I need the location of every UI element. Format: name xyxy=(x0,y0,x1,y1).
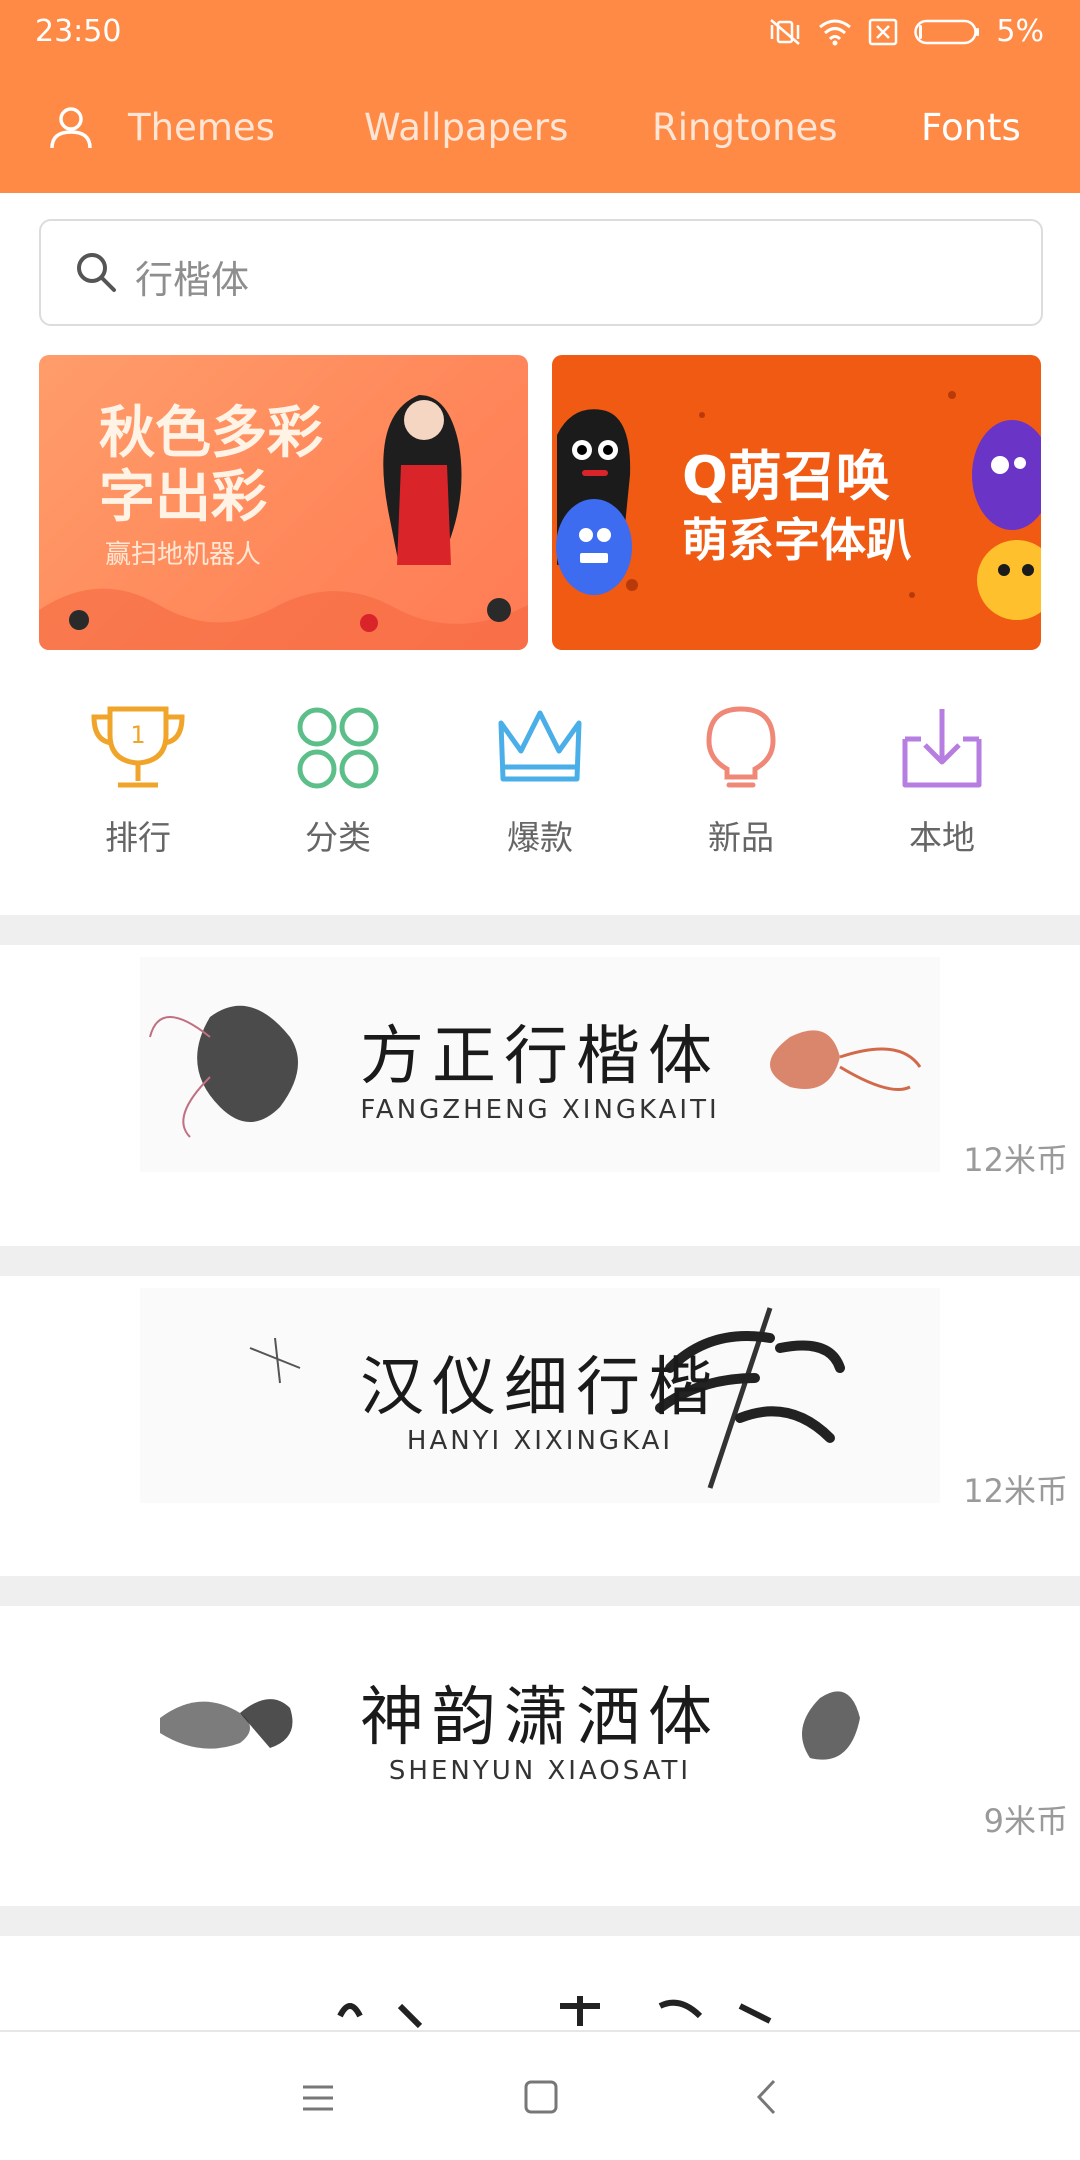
section-divider xyxy=(0,915,1080,945)
category-label: 新品 xyxy=(708,818,774,857)
section-divider xyxy=(0,1906,1080,1936)
sim-off-icon xyxy=(869,18,898,45)
banner-right-line2: 萌系字体趴 xyxy=(682,513,912,567)
category-ranking[interactable]: 1 排行 xyxy=(68,705,208,859)
font-name: 汉仪细行楷 xyxy=(360,1351,720,1425)
banner-right-line1: Q萌召唤 xyxy=(682,445,890,508)
banner-left-line2: 字出彩 xyxy=(99,465,267,530)
top-tabs: Themes Wallpapers Ringtones Fonts xyxy=(0,100,1080,170)
vibrate-mute-icon xyxy=(770,18,801,45)
promo-banner-cute-fonts[interactable]: Q萌召唤 萌系字体趴 xyxy=(552,355,1041,650)
menu-icon[interactable] xyxy=(301,2084,335,2112)
grid-circles-icon xyxy=(297,707,379,789)
search-icon xyxy=(77,253,116,292)
category-hot[interactable]: 爆款 xyxy=(470,705,610,859)
font-item-fangzheng[interactable]: 方正行楷体 FANGZHENG XINGKAITI 12米币 xyxy=(0,945,1080,1185)
tab-themes[interactable]: Themes xyxy=(128,106,275,149)
section-divider xyxy=(0,1246,1080,1276)
category-label: 分类 xyxy=(305,818,371,857)
battery-icon xyxy=(914,19,980,44)
font-item-shenyun[interactable]: 神韵潇洒体 SHENYUN XIAOSATI 9米币 xyxy=(0,1606,1080,1846)
font-item-partial[interactable] xyxy=(0,1936,1080,2030)
font-name-en: HANYI XIXINGKAI xyxy=(406,1426,674,1456)
category-new[interactable]: 新品 xyxy=(671,705,811,859)
section-divider xyxy=(0,1576,1080,1606)
wifi-icon xyxy=(819,19,852,45)
category-label: 爆款 xyxy=(507,818,573,857)
tab-wallpapers[interactable]: Wallpapers xyxy=(364,106,568,149)
promo-banner-autumn[interactable]: 秋色多彩 字出彩 赢扫地机器人 xyxy=(39,355,528,650)
font-name-en: SHENYUN XIAOSATI xyxy=(388,1756,692,1786)
svg-text:1: 1 xyxy=(130,721,145,749)
home-icon[interactable] xyxy=(524,2080,558,2114)
battery-percent: 5% xyxy=(996,14,1044,49)
crown-icon xyxy=(498,710,582,782)
system-nav-bar xyxy=(0,2030,1080,2160)
font-name-en: FANGZHENG XINGKAITI xyxy=(360,1095,720,1125)
download-icon xyxy=(902,709,982,788)
font-preview-partial xyxy=(337,1996,772,2029)
trophy-icon: 1 xyxy=(91,706,185,788)
lightbulb-icon xyxy=(706,706,776,788)
font-price: 9米币 xyxy=(983,1802,1068,1840)
status-icons: 5% xyxy=(768,14,1044,49)
category-label: 排行 xyxy=(105,818,171,857)
category-classify[interactable]: 分类 xyxy=(268,705,408,859)
tab-ringtones[interactable]: Ringtones xyxy=(652,106,838,149)
font-price: 12米币 xyxy=(963,1141,1068,1179)
status-time: 23:50 xyxy=(35,14,122,49)
banner-left-line1: 秋色多彩 xyxy=(99,401,323,466)
back-icon[interactable] xyxy=(754,2078,778,2116)
font-name: 方正行楷体 xyxy=(360,1020,720,1094)
font-item-hanyi[interactable]: 汉仪细行楷 HANYI XIXINGKAI 12米币 xyxy=(0,1276,1080,1516)
tab-fonts[interactable]: Fonts xyxy=(921,106,1021,149)
search-box[interactable]: 行楷体 xyxy=(39,219,1043,326)
font-name: 神韵潇洒体 xyxy=(360,1681,720,1755)
search-placeholder: 行楷体 xyxy=(135,258,250,302)
font-price: 12米币 xyxy=(963,1472,1068,1510)
category-local[interactable]: 本地 xyxy=(872,705,1012,859)
category-label: 本地 xyxy=(909,818,975,857)
app-header: 23:50 5% Themes Wallpapers Ringtones Fon… xyxy=(0,0,1080,193)
banner-left-sub: 赢扫地机器人 xyxy=(105,540,262,570)
